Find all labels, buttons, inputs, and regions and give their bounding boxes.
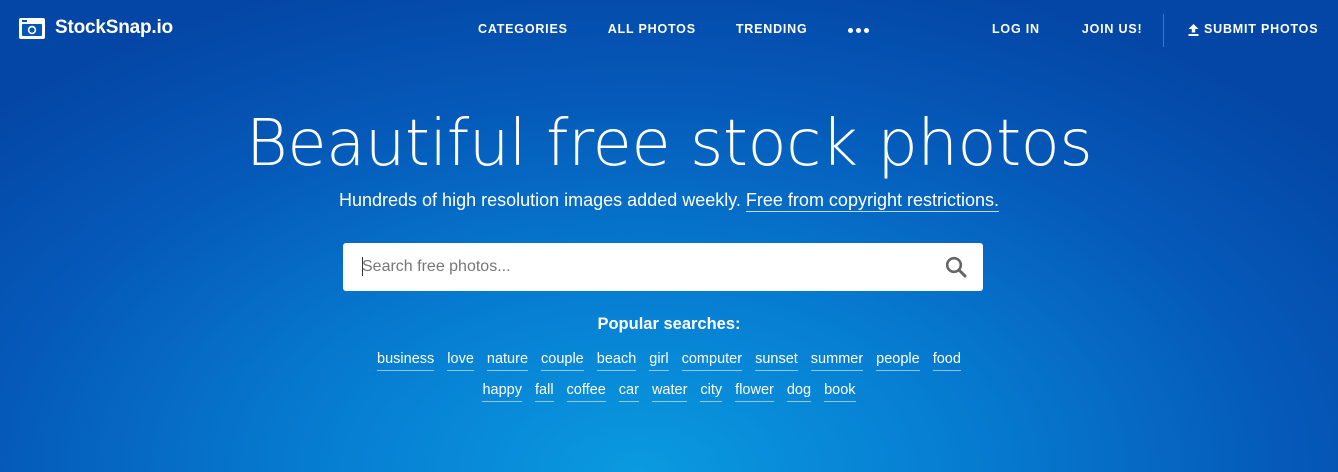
brand-logo[interactable]: StockSnap.io [18, 16, 173, 40]
tag-business[interactable]: business [377, 350, 435, 371]
hero-subtitle: Hundreds of high resolution images added… [0, 188, 1338, 212]
search-bar [343, 243, 983, 291]
tag-coffee[interactable]: coffee [566, 381, 606, 402]
login-link[interactable]: LOG IN [992, 22, 1040, 36]
tag-couple[interactable]: couple [541, 350, 584, 371]
upload-icon [1188, 23, 1199, 36]
join-link[interactable]: JOIN US! [1082, 22, 1143, 36]
nav-categories[interactable]: CATEGORIES [478, 22, 568, 36]
tag-computer[interactable]: computer [681, 350, 743, 371]
tag-city[interactable]: city [700, 381, 723, 402]
camera-icon [18, 16, 46, 40]
tag-fall[interactable]: fall [535, 381, 554, 402]
tag-car[interactable]: car [618, 381, 639, 402]
popular-searches-title: Popular searches: [597, 315, 741, 333]
text-cursor [362, 257, 363, 276]
page-title: Beautiful free stock photos [245, 107, 1093, 181]
copyright-link[interactable]: Free from copyright restrictions. [745, 190, 999, 212]
brand-name: StockSnap.io [55, 17, 173, 38]
tag-book[interactable]: book [824, 381, 856, 402]
submit-photos-label: SUBMIT PHOTOS [1204, 22, 1319, 36]
subtitle-text: Hundreds of high resolution images added… [339, 190, 741, 210]
search-icon[interactable] [945, 256, 967, 278]
search-input[interactable] [343, 243, 923, 291]
nav-divider [1163, 14, 1164, 47]
tag-flower[interactable]: flower [735, 381, 774, 402]
primary-nav: CATEGORIES ALL PHOTOS TRENDING [478, 22, 869, 36]
ellipsis-icon[interactable] [847, 26, 869, 33]
hero-section: StockSnap.io CATEGORIES ALL PHOTOS TREND… [0, 0, 1338, 472]
submit-photos-button[interactable]: SUBMIT PHOTOS [1188, 22, 1318, 36]
tag-water[interactable]: water [651, 381, 688, 402]
tag-beach[interactable]: beach [596, 350, 637, 371]
tag-sunset[interactable]: sunset [755, 350, 798, 371]
tag-love[interactable]: love [447, 350, 474, 371]
nav-trending[interactable]: TRENDING [736, 22, 808, 36]
tag-happy[interactable]: happy [482, 381, 522, 402]
popular-tags-row-1: business love nature couple beach girl c… [0, 350, 1338, 371]
tag-people[interactable]: people [876, 350, 920, 371]
nav-all-photos[interactable]: ALL PHOTOS [608, 22, 696, 36]
account-nav: LOG IN JOIN US! [992, 22, 1142, 36]
popular-tags-row-2: happy fall coffee car water city flower … [0, 381, 1338, 402]
tag-dog[interactable]: dog [786, 381, 812, 402]
tag-nature[interactable]: nature [486, 350, 529, 371]
top-navbar: StockSnap.io CATEGORIES ALL PHOTOS TREND… [0, 0, 1338, 60]
tag-food[interactable]: food [932, 350, 961, 371]
tag-girl[interactable]: girl [649, 350, 669, 371]
tag-summer[interactable]: summer [810, 350, 864, 371]
